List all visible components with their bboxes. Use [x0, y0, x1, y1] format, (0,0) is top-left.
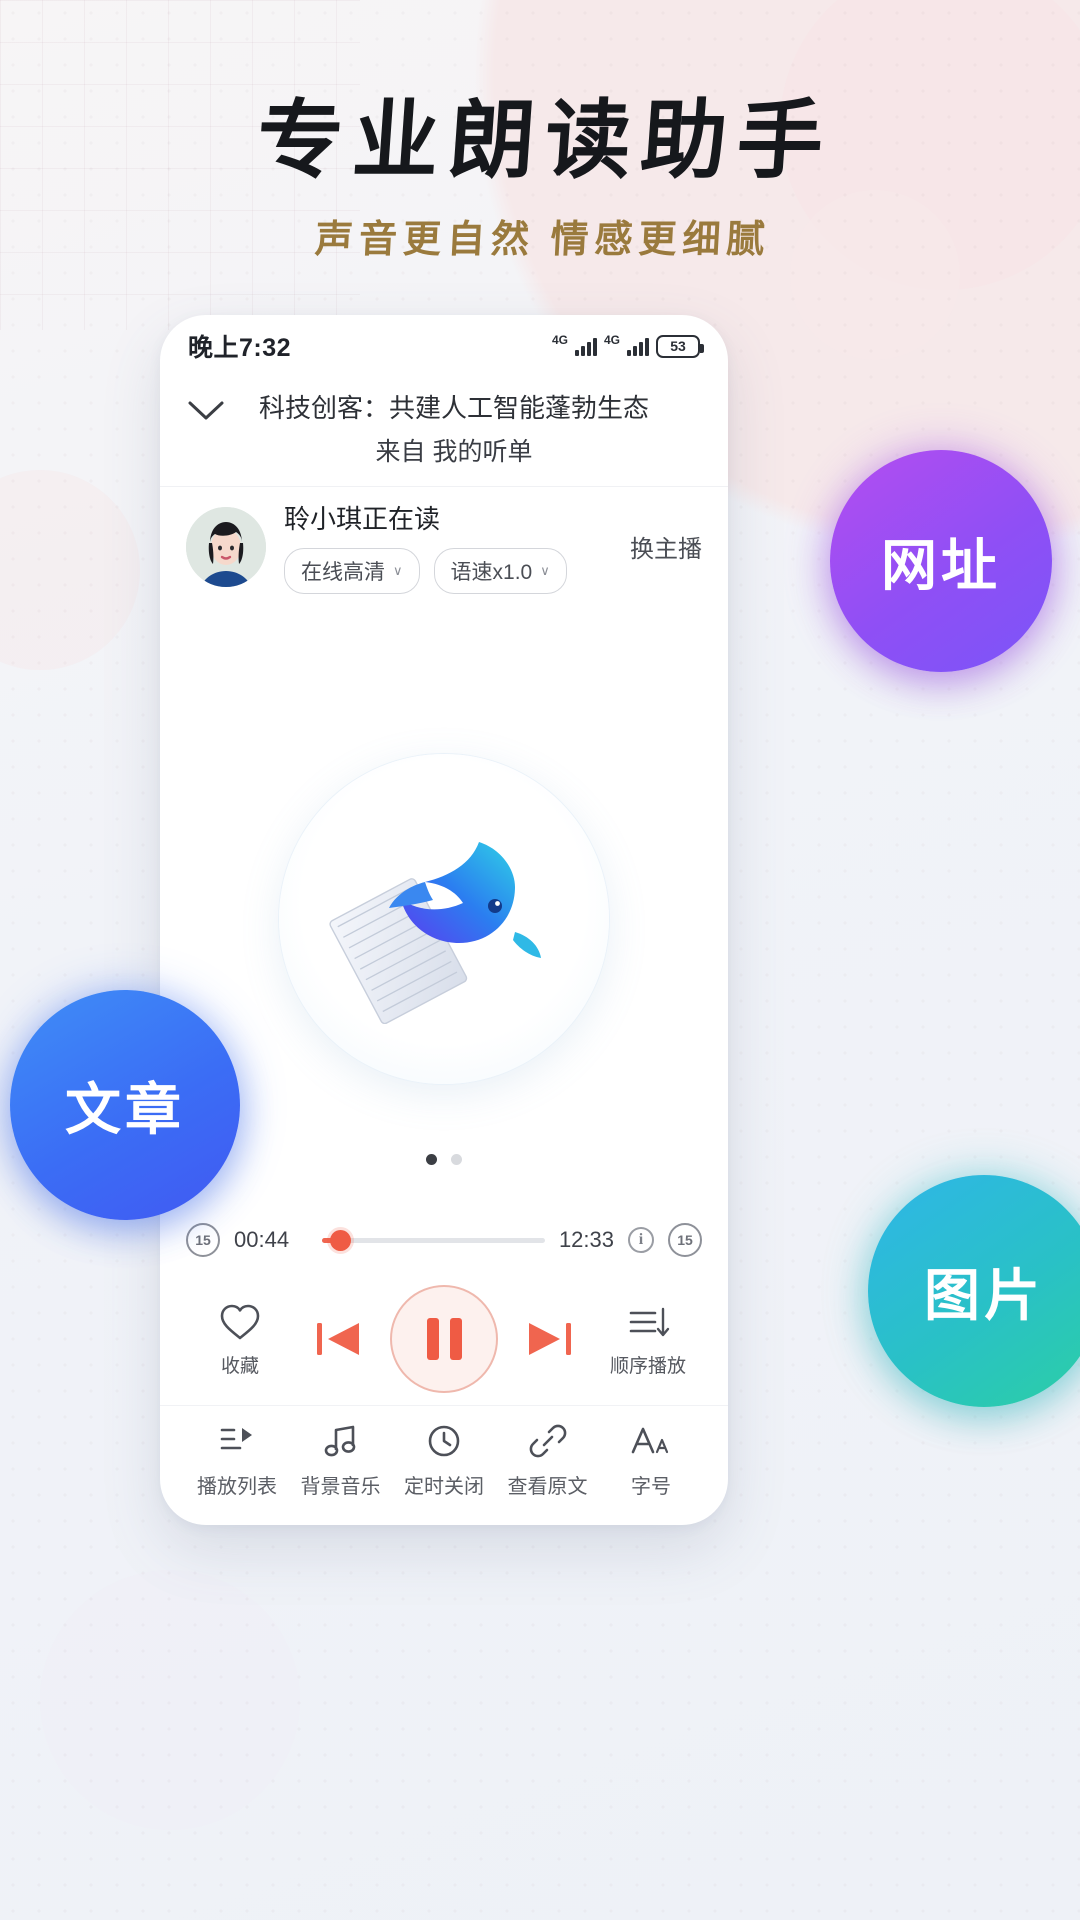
hero-headline: 专业朗读助手 声音更自然 情感更细腻 — [0, 93, 1080, 263]
network-type-2: 4G — [603, 333, 620, 347]
quality-chip-label: 在线高清 — [301, 561, 385, 585]
clock-icon — [428, 1425, 460, 1457]
playlist-icon — [220, 1428, 252, 1450]
quality-chip[interactable]: 在线高清 ∨ — [284, 548, 420, 595]
chevron-down-icon: ∨ — [540, 563, 550, 579]
avatar[interactable] — [186, 506, 266, 587]
tab-background-music[interactable]: 背景音乐 — [290, 1422, 392, 1499]
bottom-toolbar: 播放列表 背景音乐 定时关闭 查看原文 字号 — [160, 1405, 728, 1525]
info-icon[interactable]: i — [628, 1227, 654, 1253]
play-order-button[interactable]: 顺序播放 — [602, 1301, 694, 1378]
page-title: 专业朗读助手 — [253, 93, 837, 189]
track-title: 科技创客：共建人工智能蓬勃生态 — [258, 393, 649, 423]
tab-font-size-label: 字号 — [631, 1476, 671, 1498]
progress-bar-row: 15 00:44 12:33 i 15 — [160, 1223, 728, 1263]
badge-url[interactable]: 网址 — [830, 450, 1052, 672]
chevron-down-icon[interactable] — [186, 391, 228, 423]
track-source: 来自 我的听单 — [375, 438, 533, 467]
previous-button[interactable] — [292, 1313, 384, 1365]
tab-original-text-label: 查看原文 — [507, 1476, 588, 1498]
heart-icon — [220, 1304, 260, 1339]
page-dot[interactable] — [451, 1154, 462, 1165]
rewind-15-label: 15 — [195, 1232, 211, 1248]
next-icon — [529, 1323, 571, 1355]
artwork-circle — [279, 753, 609, 1084]
speed-chip[interactable]: 语速x1.0 ∨ — [433, 548, 567, 595]
favorite-button[interactable]: 收藏 — [194, 1301, 286, 1378]
play-order-icon — [629, 1307, 670, 1336]
total-time: 12:33 — [558, 1227, 614, 1252]
signal-icon-1 — [574, 336, 597, 356]
prev-icon — [317, 1323, 359, 1355]
tab-sleep-timer-label: 定时关闭 — [404, 1476, 484, 1498]
badge-article[interactable]: 文章 — [10, 990, 240, 1220]
status-icons: 4G 4G 53 — [551, 333, 704, 358]
seek-slider[interactable] — [322, 1230, 545, 1251]
tab-original-text[interactable]: 查看原文 — [497, 1422, 599, 1499]
page-subtitle: 声音更自然 情感更细腻 — [313, 219, 772, 262]
page-dots[interactable] — [160, 1154, 728, 1165]
link-icon — [529, 1424, 566, 1458]
tab-playlist[interactable]: 播放列表 — [186, 1422, 288, 1499]
signal-icon-2 — [627, 336, 649, 356]
switch-host-button[interactable]: 换主播 — [624, 529, 702, 564]
favorite-label: 收藏 — [220, 1355, 259, 1377]
badge-url-label: 网址 — [881, 533, 1001, 597]
chevron-down-icon: ∨ — [393, 563, 403, 579]
font-size-icon — [631, 1427, 669, 1454]
phone-mockup: 晚上7:32 4G 4G 53 科技创客：共建人工智能蓬勃生态 来自 我的听单 — [160, 315, 728, 1525]
play-order-label: 顺序播放 — [609, 1355, 686, 1377]
music-note-icon — [324, 1425, 355, 1457]
transport-controls: 收藏 顺序播放 — [160, 1263, 728, 1405]
status-time: 晚上7:32 — [188, 334, 292, 362]
badge-image-label: 图片 — [924, 1263, 1044, 1327]
next-button[interactable] — [504, 1313, 596, 1365]
forward-15-button[interactable]: 15 — [668, 1223, 702, 1257]
forward-15-label: 15 — [677, 1232, 693, 1248]
artwork-area — [160, 614, 728, 1223]
pause-icon — [426, 1318, 462, 1360]
badge-article-label: 文章 — [65, 1077, 185, 1141]
tab-playlist-label: 播放列表 — [197, 1476, 277, 1498]
tab-font-size[interactable]: 字号 — [600, 1422, 702, 1499]
reader-name: 聆小琪正在读 — [284, 504, 441, 535]
page-dot-active[interactable] — [426, 1154, 437, 1165]
reader-bar: 聆小琪正在读 在线高清 ∨ 语速x1.0 ∨ 换主播 — [160, 486, 728, 614]
speed-chip-label: 语速x1.0 — [450, 561, 533, 585]
player-header: 科技创客：共建人工智能蓬勃生态 来自 我的听单 — [160, 377, 728, 486]
battery-level: 53 — [670, 338, 686, 354]
tab-sleep-timer[interactable]: 定时关闭 — [393, 1422, 495, 1499]
battery-icon: 53 — [656, 334, 704, 358]
play-pause-button[interactable] — [390, 1285, 498, 1393]
rewind-15-button[interactable]: 15 — [186, 1223, 220, 1257]
dolphin-book-logo — [329, 841, 541, 1024]
seek-knob[interactable] — [329, 1230, 351, 1251]
status-bar: 晚上7:32 4G 4G 53 — [160, 315, 728, 377]
current-time: 00:44 — [234, 1227, 290, 1252]
network-type-1: 4G — [551, 333, 568, 347]
tab-background-music-label: 背景音乐 — [300, 1476, 381, 1498]
